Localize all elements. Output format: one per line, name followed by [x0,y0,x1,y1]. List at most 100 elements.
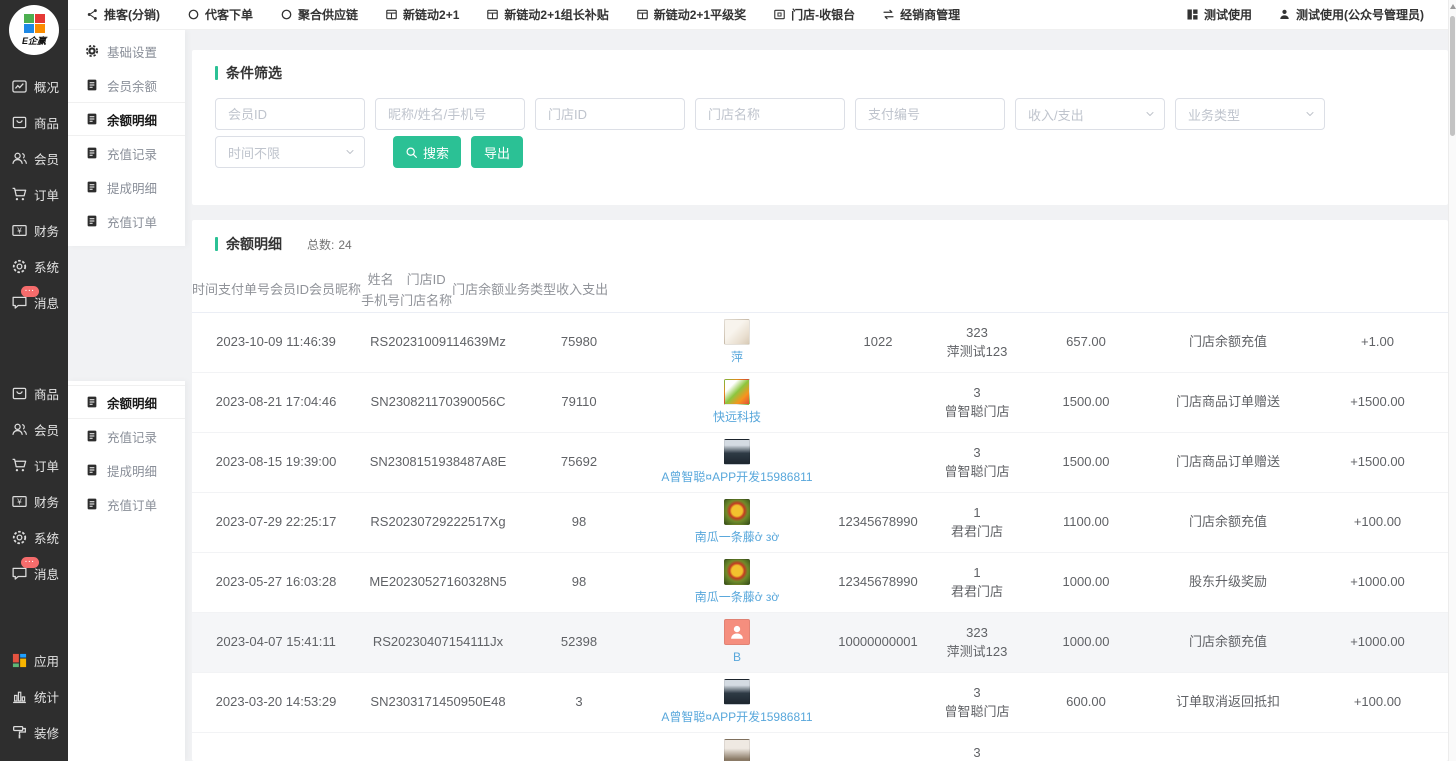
app-logo[interactable]: E企赢 [0,0,68,60]
sidebar-item-icon [11,78,28,95]
member-nickname-link[interactable]: A曾智聪¤APP开发15986811 [661,468,812,486]
submenu-item[interactable]: 会员余额 [68,68,185,102]
export-button-label: 导出 [484,143,510,162]
table-row[interactable]: 2023-04-07 15:41:11 RS20230407154111Jx 5… [192,613,1448,673]
search-button[interactable]: 搜索 [393,136,461,168]
submenu-item-label: 会员余额 [107,76,157,95]
sidebar-item-icon [11,222,28,239]
sidebar-group-1: 概况 商品 会员 [0,68,68,320]
table-row[interactable]: 2023-05-27 16:03:28 ME20230527160328N5 9… [192,553,1448,613]
sidebar-item[interactable]: 订单 [0,176,68,212]
topbar-nav-item[interactable]: 经销商管理 [882,6,960,23]
submenu-item-icon [85,78,99,92]
sidebar-item[interactable]: 会员 [0,140,68,176]
member-nickname-link[interactable]: 南瓜一条藤ở зờ [695,588,780,606]
submenu-item[interactable]: 提成明细 [68,170,185,204]
table-header-cell: 时间 [192,280,218,301]
sidebar-item[interactable]: 概况 [0,68,68,104]
member-nickname-link[interactable]: 快远科技 [713,408,761,426]
scrollbar-up-arrow[interactable] [1450,4,1456,9]
topbar-nav-item[interactable]: 新链动2+1 [385,6,459,23]
table-row[interactable]: 2023-08-15 19:39:00 SN2308151938487A8E 7… [192,433,1448,493]
table-row[interactable]: 2023-07-29 22:25:17 RS20230729222517Xg 9… [192,493,1448,553]
app-logo-text: E企赢 [22,34,46,47]
sidebar-item-icon [11,186,28,203]
sidebar-item[interactable]: 财务 [0,212,68,248]
table-header-cell: 姓名 手机号 [361,270,400,312]
sidebar-item[interactable]: 装修 [0,714,68,750]
member-nickname-link[interactable]: 南瓜一条藤ở зờ [695,528,780,546]
submenu-item-label: 提成明细 [107,178,157,197]
scrollbar-thumb[interactable] [1450,16,1455,136]
submenu-item[interactable]: 余额明细 [68,102,185,136]
table-row[interactable]: 3 [192,733,1448,761]
filter-input[interactable] [375,98,525,130]
topbar-nav-item[interactable]: 推客(分销) [86,6,160,23]
topbar-nav-item[interactable]: 新链动2+1组长补贴 [486,6,608,23]
sidebar-item[interactable]: 应用 [0,642,68,678]
sidebar-item[interactable]: 订单 [0,447,68,483]
table-row[interactable]: 2023-03-20 14:53:29 SN2303171450950E48 3… [192,673,1448,733]
topbar-account-item[interactable]: 测试使用 [1186,6,1252,23]
topbar-nav-item[interactable]: 聚合供应链 [280,6,358,23]
member-nickname-link[interactable]: 萍 [731,348,743,366]
cell-store: 3 [924,743,1030,761]
sidebar-item[interactable]: 财务 [0,483,68,519]
sidebar-item-label: 消息 [34,564,59,583]
member-nickname-link[interactable]: B [733,648,741,666]
sidebar-item[interactable]: 消息 [0,284,68,320]
table-row[interactable]: 2023-10-09 11:46:39 RS20231009114639Mz 7… [192,313,1448,373]
cell-member-nickname: A曾智聪¤APP开发15986811 [642,679,832,726]
submenu-item[interactable]: 余额明细 [68,385,185,419]
topbar-account-item[interactable]: 测试使用(公众号管理员) [1278,6,1424,23]
time-range-select[interactable]: 时间不限 [215,136,365,168]
filter-input[interactable] [535,98,685,130]
member-nickname-link[interactable]: A曾智聪¤APP开发15986811 [661,708,812,726]
store-id: 3 [924,743,1030,761]
search-icon [405,146,418,159]
submenu-item-label: 充值记录 [107,144,157,163]
topbar-nav-label: 代客下单 [205,6,253,23]
table-title: 余额明细 [226,234,282,254]
filter-select[interactable]: 收入/支出 [1015,98,1165,130]
submenu-item[interactable]: 基础设置 [68,34,185,68]
topbar-nav-item[interactable]: 门店-收银台 [773,6,855,23]
submenu-item[interactable]: 提成明细 [68,453,185,487]
sidebar-item-icon [11,457,28,474]
member-avatar [724,379,750,405]
submenu-item[interactable]: 充值订单 [68,204,185,238]
submenu-item-label: 充值记录 [107,427,157,446]
submenu-item[interactable]: 充值订单 [68,487,185,521]
filter-section-title: 条件筛选 [215,63,1425,83]
filter-input[interactable] [695,98,845,130]
cell-store-balance: 657.00 [1030,332,1142,352]
filter-input[interactable] [855,98,1005,130]
store-name: 曾智聪门店 [924,702,1030,722]
person-icon [728,623,746,641]
sidebar-item-label: 装修 [34,723,59,742]
store-name: 萍测试123 [924,642,1030,662]
submenu-item[interactable]: 充值记录 [68,136,185,170]
sidebar-item[interactable]: 统计 [0,678,68,714]
filter-input[interactable] [215,98,365,130]
cell-member-id: 79110 [516,392,642,412]
topbar-nav-item[interactable]: 新链动2+1平级奖 [636,6,746,23]
sidebar-item[interactable]: 消息 [0,555,68,591]
store-name: 曾智聪门店 [924,402,1030,422]
member-avatar [724,619,750,645]
sidebar-item[interactable]: 商品 [0,375,68,411]
sidebar-item[interactable]: 系统 [0,519,68,555]
export-button[interactable]: 导出 [471,136,523,168]
sidebar-item[interactable]: 系统 [0,248,68,284]
page-scrollbar[interactable] [1448,0,1456,761]
filter-select[interactable]: 业务类型 [1175,98,1325,130]
submenu-item[interactable]: 充值记录 [68,419,185,453]
topbar: 推客(分销) 代客下单 聚合供应链 新链动2+1 新链动2+1组长补贴 [68,0,1448,30]
sidebar-item[interactable]: 商品 [0,104,68,140]
cell-store-balance: 1500.00 [1030,392,1142,412]
cell-member-id: 75692 [516,452,642,472]
topbar-nav-item[interactable]: 代客下单 [187,6,253,23]
sidebar-item-icon [11,421,28,438]
sidebar-item[interactable]: 会员 [0,411,68,447]
table-row[interactable]: 2023-08-21 17:04:46 SN230821170390056C 7… [192,373,1448,433]
